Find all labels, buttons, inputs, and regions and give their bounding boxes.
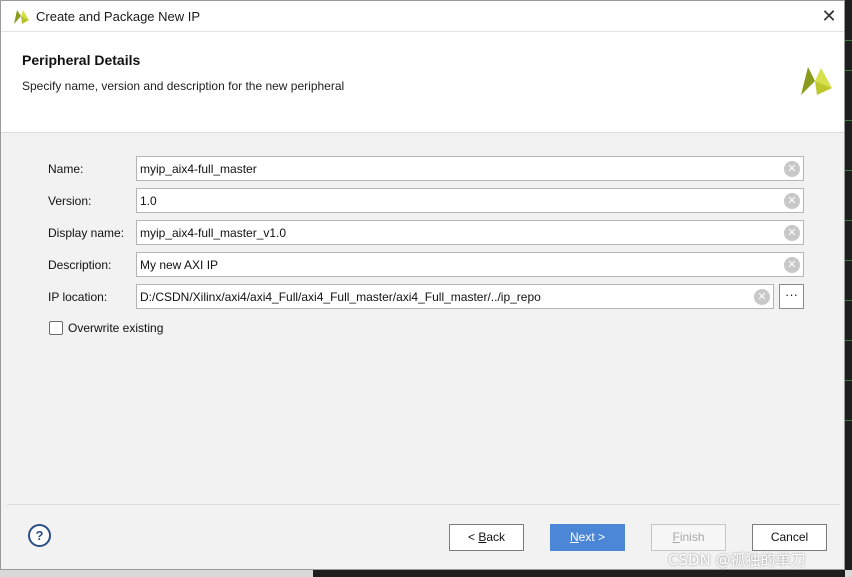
background-app-bottom [0,570,852,577]
help-icon[interactable]: ? [28,524,51,547]
clear-display-name-icon[interactable]: ✕ [784,225,800,241]
footer-divider [7,504,840,505]
back-button[interactable]: < Back [449,524,524,551]
display-name-label: Display name: [48,226,125,240]
page-subtitle: Specify name, version and description fo… [22,79,345,93]
version-field[interactable]: 1.0 ✕ [136,188,804,213]
version-value: 1.0 [140,194,157,208]
window-title: Create and Package New IP [36,9,201,24]
csdn-watermark: CSDN @孤独的单刀 [668,551,806,569]
display-name-field[interactable]: myip_aix4-full_master_v1.0 ✕ [136,220,804,245]
overwrite-existing-checkbox[interactable] [49,321,63,335]
next-button[interactable]: Next > [550,524,625,551]
cancel-button[interactable]: Cancel [752,524,827,551]
ip-location-field[interactable]: D:/CSDN/Xilinx/axi4/axi4_Full/axi4_Full_… [136,284,774,309]
xilinx-vivado-logo-icon [14,10,29,24]
name-value: myip_aix4-full_master [140,162,257,176]
clear-name-icon[interactable]: ✕ [784,161,800,177]
create-package-ip-dialog: Create and Package New IP ✕ Peripheral D… [0,0,845,570]
description-label: Description: [48,258,112,272]
description-value: My new AXI IP [140,258,219,272]
version-label: Version: [48,194,92,208]
page-header: Peripheral Details Specify name, version… [1,32,844,133]
browse-button[interactable]: ··· [779,284,804,309]
background-app-strip [845,0,852,577]
xilinx-vivado-logo-icon [801,67,832,95]
title-bar: Create and Package New IP ✕ [1,1,844,32]
ip-location-value: D:/CSDN/Xilinx/axi4/axi4_Full/axi4_Full_… [140,290,541,304]
overwrite-existing-label[interactable]: Overwrite existing [68,321,163,335]
name-label: Name: [48,162,84,176]
clear-description-icon[interactable]: ✕ [784,257,800,273]
ip-location-label: IP location: [48,290,108,304]
close-icon[interactable]: ✕ [817,5,841,27]
page-title: Peripheral Details [22,52,141,68]
clear-ip-location-icon[interactable]: ✕ [754,289,770,305]
clear-version-icon[interactable]: ✕ [784,193,800,209]
finish-button: Finish [651,524,726,551]
description-field[interactable]: My new AXI IP ✕ [136,252,804,277]
name-field[interactable]: myip_aix4-full_master ✕ [136,156,804,181]
display-name-value: myip_aix4-full_master_v1.0 [140,226,287,240]
